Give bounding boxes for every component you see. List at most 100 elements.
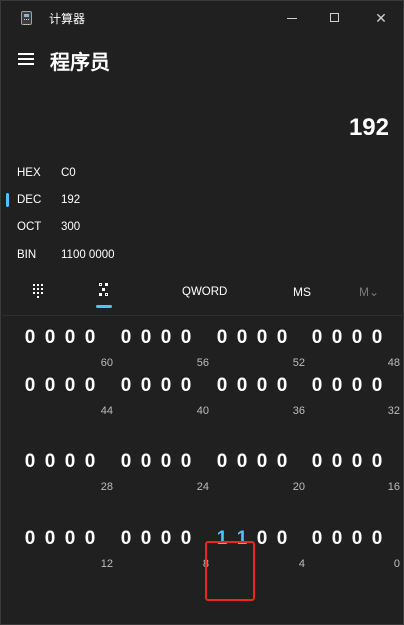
bit-toggle[interactable]: 0 bbox=[23, 451, 37, 473]
title-bar[interactable]: 计算器 ✕ bbox=[1, 1, 403, 35]
bit-position-label: 12 bbox=[100, 558, 113, 570]
bit-position-label: 0 bbox=[393, 558, 400, 570]
minimize-button[interactable] bbox=[280, 7, 304, 29]
radix-dec-row[interactable]: DEC 192 bbox=[6, 191, 217, 211]
bit-toggle[interactable]: 0 bbox=[255, 451, 269, 473]
bit-group: 0 0 0 0 28 bbox=[23, 451, 113, 501]
bit-toggle[interactable]: 0 bbox=[179, 451, 193, 473]
bit-toggle[interactable]: 0 bbox=[215, 375, 229, 397]
bit-toggle[interactable]: 0 bbox=[215, 327, 229, 349]
bit-toggle[interactable]: 0 bbox=[350, 451, 364, 473]
bit-toggle[interactable]: 0 bbox=[139, 451, 153, 473]
bit-toggle[interactable]: 0 bbox=[23, 528, 37, 550]
full-keypad-icon[interactable] bbox=[33, 284, 45, 298]
bit-toggle[interactable]: 0 bbox=[63, 327, 77, 349]
memory-menu-button[interactable]: M⌄ bbox=[359, 285, 379, 299]
radix-hex-row[interactable]: HEX C0 bbox=[17, 164, 217, 184]
bit-toggle[interactable]: 0 bbox=[310, 451, 324, 473]
bit-toggle[interactable]: 0 bbox=[179, 375, 193, 397]
bit-toggle[interactable]: 0 bbox=[43, 528, 57, 550]
bit-toggle[interactable]: 0 bbox=[275, 451, 289, 473]
bit-group: 00008 bbox=[119, 528, 209, 578]
bit-toggle[interactable]: 0 bbox=[119, 451, 133, 473]
bit-toggle[interactable]: 0 bbox=[370, 528, 384, 550]
app-title: 计算器 bbox=[49, 12, 86, 26]
bit-position-label: 40 bbox=[196, 405, 209, 417]
bit-toggle[interactable]: 0 bbox=[139, 375, 153, 397]
bit-toggle[interactable]: 0 bbox=[370, 375, 384, 397]
bit-toggle[interactable]: 0 bbox=[159, 451, 173, 473]
bit-toggle[interactable]: 0 bbox=[63, 451, 77, 473]
radix-oct-row[interactable]: OCT 300 bbox=[17, 218, 217, 238]
bit-toggle[interactable]: 0 bbox=[275, 528, 289, 550]
bit-toggle[interactable]: 0 bbox=[310, 528, 324, 550]
bit-toggle[interactable]: 0 bbox=[255, 528, 269, 550]
bit-toggle[interactable]: 0 bbox=[119, 327, 133, 349]
bit-position-label: 48 bbox=[387, 357, 400, 369]
active-tab-indicator bbox=[96, 305, 112, 308]
bit-toggle[interactable]: 0 bbox=[23, 375, 37, 397]
hamburger-menu-icon[interactable] bbox=[18, 53, 34, 65]
bit-toggle[interactable]: 0 bbox=[310, 375, 324, 397]
radix-bin-row[interactable]: BIN 1100 0000 bbox=[17, 246, 217, 266]
bit-group: 0 0 0 0 24 bbox=[119, 451, 209, 501]
bit-toggle[interactable]: 0 bbox=[159, 327, 173, 349]
bit-toggle[interactable]: 0 bbox=[119, 375, 133, 397]
bit-position-label: 60 bbox=[100, 357, 113, 369]
bit-group: 0 0 0 0 32 bbox=[310, 375, 400, 425]
bit-toggle[interactable]: 0 bbox=[139, 528, 153, 550]
bit-group: 0 0 0 0 16 bbox=[310, 451, 400, 501]
bit-toggle[interactable]: 0 bbox=[43, 451, 57, 473]
divider bbox=[2, 315, 404, 316]
bit-toggle[interactable]: 0 bbox=[330, 327, 344, 349]
bit-toggle[interactable]: 0 bbox=[139, 327, 153, 349]
bit-toggle[interactable]: 0 bbox=[83, 375, 97, 397]
bit-toggle[interactable]: 0 bbox=[350, 375, 364, 397]
bit-toggle[interactable]: 0 bbox=[179, 327, 193, 349]
calculator-app-icon bbox=[21, 11, 32, 25]
bit-toggle[interactable]: 0 bbox=[275, 327, 289, 349]
bit-toggle[interactable]: 0 bbox=[83, 451, 97, 473]
word-size-button[interactable]: QWORD bbox=[182, 286, 227, 298]
bit-position-label: 16 bbox=[387, 481, 400, 493]
bit-toggle[interactable]: 0 bbox=[63, 375, 77, 397]
bit-toggle[interactable]: 0 bbox=[119, 528, 133, 550]
bit-toggle[interactable]: 0 bbox=[235, 375, 249, 397]
bit-toggle[interactable]: 0 bbox=[179, 528, 193, 550]
bit-toggle[interactable]: 0 bbox=[23, 327, 37, 349]
bit-toggle[interactable]: 0 bbox=[330, 375, 344, 397]
bit-toggle[interactable]: 0 bbox=[63, 528, 77, 550]
maximize-button[interactable] bbox=[323, 7, 347, 29]
bit-toggle[interactable]: 0 bbox=[330, 451, 344, 473]
radix-label: HEX bbox=[17, 167, 41, 179]
bit-toggle[interactable]: 0 bbox=[159, 528, 173, 550]
bit-group: 0 0 0 0 12 bbox=[23, 528, 113, 578]
bit-toggle[interactable]: 0 bbox=[370, 327, 384, 349]
bit-toggle[interactable]: 0 bbox=[235, 327, 249, 349]
radix-value: 1100 0000 bbox=[61, 249, 115, 261]
bit-toggle[interactable]: 0 bbox=[275, 375, 289, 397]
bit-toggle[interactable]: 0 bbox=[350, 528, 364, 550]
bit-toggle[interactable]: 0 bbox=[310, 327, 324, 349]
memory-store-button[interactable]: MS bbox=[293, 285, 311, 299]
bit-toggle[interactable]: 0 bbox=[43, 327, 57, 349]
bit-toggle[interactable]: 0 bbox=[370, 451, 384, 473]
bit-toggle[interactable]: 0 bbox=[159, 375, 173, 397]
bit-toggle[interactable]: 0 bbox=[83, 327, 97, 349]
bit-toggle[interactable]: 0 bbox=[255, 375, 269, 397]
bit-toggle[interactable]: 0 bbox=[83, 528, 97, 550]
bit-toggle[interactable]: 0 bbox=[235, 451, 249, 473]
bit-toggling-keypad-icon[interactable] bbox=[99, 283, 111, 297]
bit-toggle[interactable]: 0 bbox=[255, 327, 269, 349]
close-button[interactable]: ✕ bbox=[369, 7, 393, 29]
bit-position-label: 32 bbox=[387, 405, 400, 417]
bit-position-label: 44 bbox=[100, 405, 113, 417]
bit-toggle[interactable]: 0 bbox=[330, 528, 344, 550]
radix-label: DEC bbox=[17, 194, 42, 206]
bit-position-label: 28 bbox=[100, 481, 113, 493]
bit-toggle[interactable]: 0 bbox=[350, 327, 364, 349]
radix-label: BIN bbox=[17, 249, 37, 261]
bit-position-label: 56 bbox=[196, 357, 209, 369]
bit-toggle[interactable]: 0 bbox=[43, 375, 57, 397]
bit-toggle[interactable]: 0 bbox=[215, 451, 229, 473]
